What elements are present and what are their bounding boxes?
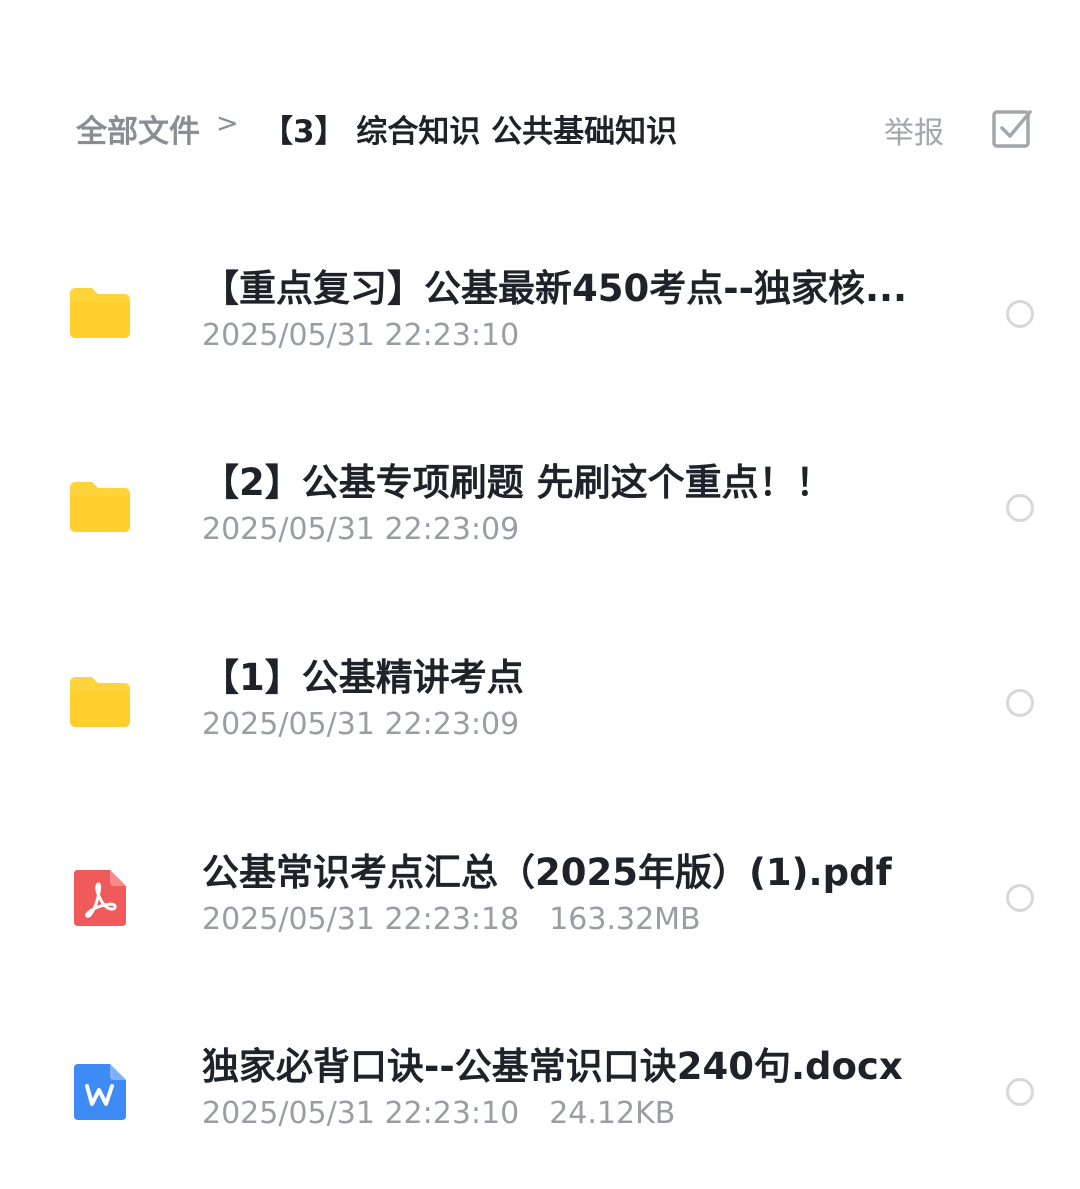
file-row[interactable]: 【1】公基精讲考点 2025/05/31 22:23:09 <box>0 641 1080 761</box>
select-radio[interactable] <box>1006 494 1034 522</box>
folder-icon <box>68 476 132 540</box>
file-row[interactable]: 【重点复习】公基最新450考点--独家核... 2025/05/31 22:23… <box>0 252 1080 372</box>
file-browser-page: 全部文件 > 【3】 综合知识 公共基础知识 举报 【重点复习】公基最新450考… <box>0 0 1080 1189</box>
pdf-icon <box>68 866 132 930</box>
folder-icon <box>68 282 132 346</box>
file-meta: 2025/05/31 22:23:10 24.12KB <box>202 1096 675 1131</box>
folder-icon <box>68 671 132 735</box>
breadcrumb-header: 全部文件 > 【3】 综合知识 公共基础知识 举报 <box>0 92 1080 162</box>
file-datetime: 2025/05/31 22:23:09 <box>202 512 520 547</box>
file-name: 公基常识考点汇总（2025年版）(1).pdf <box>202 851 892 894</box>
file-meta: 2025/05/31 22:23:18 163.32MB <box>202 902 701 937</box>
checkbox-icon[interactable] <box>990 106 1034 150</box>
file-meta: 2025/05/31 22:23:09 <box>202 707 519 742</box>
file-datetime: 2025/05/31 22:23:10 <box>202 1096 520 1131</box>
file-name: 【1】公基精讲考点 <box>202 656 524 699</box>
file-size: 24.12KB <box>549 1096 676 1131</box>
select-radio[interactable] <box>1006 300 1034 328</box>
breadcrumb-separator: > <box>216 108 239 139</box>
file-row[interactable]: 独家必背口诀--公基常识口诀240句.docx 2025/05/31 22:23… <box>0 1030 1080 1150</box>
breadcrumb-current-folder: 【3】 综合知识 公共基础知识 <box>262 114 678 150</box>
report-button[interactable]: 举报 <box>884 108 944 152</box>
file-name: 独家必背口诀--公基常识口诀240句.docx <box>202 1045 903 1088</box>
file-datetime: 2025/05/31 22:23:09 <box>202 707 520 742</box>
breadcrumb-root[interactable]: 全部文件 <box>76 106 200 151</box>
file-row[interactable]: 公基常识考点汇总（2025年版）(1).pdf 2025/05/31 22:23… <box>0 836 1080 956</box>
word-icon <box>68 1060 132 1124</box>
file-size: 163.32MB <box>549 902 701 937</box>
select-radio[interactable] <box>1006 884 1034 912</box>
select-radio[interactable] <box>1006 689 1034 717</box>
file-datetime: 2025/05/31 22:23:18 <box>202 902 520 937</box>
file-datetime: 2025/05/31 22:23:10 <box>202 318 520 353</box>
file-meta: 2025/05/31 22:23:10 <box>202 318 519 353</box>
file-meta: 2025/05/31 22:23:09 <box>202 512 519 547</box>
file-name: 【2】公基专项刷题 先刷这个重点！！ <box>202 461 833 504</box>
file-row[interactable]: 【2】公基专项刷题 先刷这个重点！！ 2025/05/31 22:23:09 <box>0 446 1080 566</box>
select-radio[interactable] <box>1006 1078 1034 1106</box>
file-name: 【重点复习】公基最新450考点--独家核... <box>202 267 908 310</box>
